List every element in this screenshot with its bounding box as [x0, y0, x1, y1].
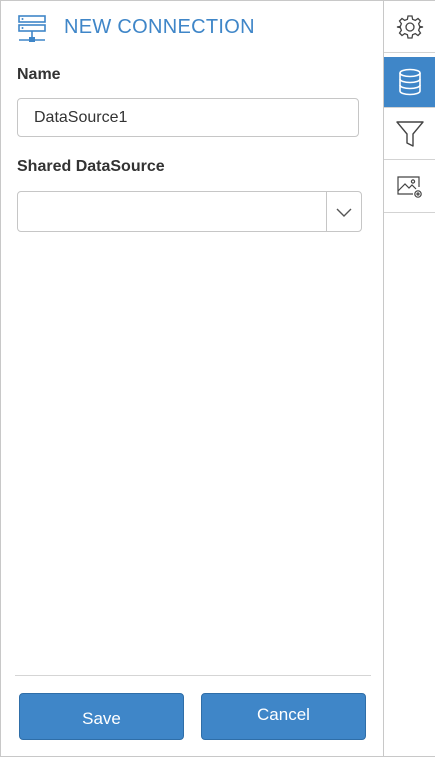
- rail-item-data[interactable]: [384, 57, 435, 108]
- rail-item-image[interactable]: [384, 161, 435, 213]
- properties-rail: [383, 1, 435, 756]
- chevron-down-icon[interactable]: [334, 202, 354, 222]
- panel-title: NEW CONNECTION: [64, 16, 255, 38]
- gear-icon: [396, 13, 424, 41]
- dropdown-divider: [326, 192, 327, 231]
- name-input[interactable]: [17, 98, 359, 137]
- rail-item-settings[interactable]: [384, 1, 435, 53]
- shared-datasource-label: Shared DataSource: [17, 158, 165, 175]
- filter-icon: [395, 119, 425, 149]
- name-label: Name: [17, 66, 61, 83]
- database-icon: [397, 68, 423, 96]
- connection-dialog: NEW CONNECTION Name Shared DataSource Sa…: [0, 0, 435, 757]
- footer-divider: [15, 675, 371, 676]
- save-button[interactable]: Save: [19, 693, 184, 740]
- panel-header: NEW CONNECTION: [1, 1, 383, 57]
- shared-datasource-dropdown[interactable]: [17, 191, 362, 232]
- server-connection-icon: [16, 14, 50, 44]
- cancel-button[interactable]: Cancel: [201, 693, 366, 740]
- rail-item-filter[interactable]: [384, 108, 435, 160]
- connection-panel: NEW CONNECTION Name Shared DataSource Sa…: [1, 1, 383, 756]
- image-settings-icon: [396, 174, 424, 200]
